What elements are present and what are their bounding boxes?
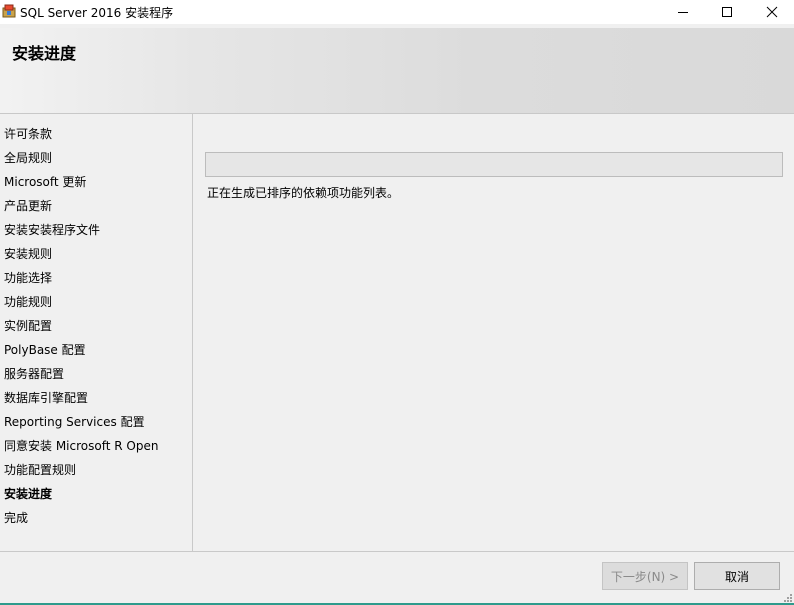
sidebar-item-license-terms[interactable]: 许可条款 — [4, 125, 52, 143]
sidebar-item-feature-configuration-rules[interactable]: 功能配置规则 — [4, 461, 76, 479]
page-header: 安装进度 — [0, 28, 794, 114]
sidebar-item-complete[interactable]: 完成 — [4, 509, 28, 527]
next-button[interactable]: 下一步(N) > — [602, 562, 688, 590]
sidebar-item-installation-progress[interactable]: 安装进度 — [4, 485, 52, 503]
close-button[interactable] — [749, 0, 794, 24]
sidebar-item-install-setup-files[interactable]: 安装安装程序文件 — [4, 221, 100, 239]
close-icon — [766, 6, 778, 18]
sidebar-item-product-updates[interactable]: 产品更新 — [4, 197, 52, 215]
main-content: 正在生成已排序的依赖项功能列表。 — [194, 114, 794, 551]
maximize-icon — [722, 7, 732, 17]
sidebar-item-feature-rules[interactable]: 功能规则 — [4, 293, 52, 311]
window-title: SQL Server 2016 安装程序 — [20, 6, 174, 20]
page-title: 安装进度 — [12, 44, 77, 63]
resize-grip-icon[interactable] — [784, 594, 792, 602]
minimize-icon — [678, 12, 688, 13]
sidebar-item-install-rules[interactable]: 安装规则 — [4, 245, 52, 263]
sidebar-item-database-engine-configuration[interactable]: 数据库引擎配置 — [4, 389, 88, 407]
sidebar-item-feature-selection[interactable]: 功能选择 — [4, 269, 52, 287]
sidebar-item-reporting-services-configuration[interactable]: Reporting Services 配置 — [4, 413, 145, 431]
minimize-button[interactable] — [660, 0, 706, 24]
sidebar-item-server-configuration[interactable]: 服务器配置 — [4, 365, 64, 383]
sidebar-item-global-rules[interactable]: 全局规则 — [4, 149, 52, 167]
sidebar-item-consent-r-open[interactable]: 同意安装 Microsoft R Open — [4, 437, 158, 455]
sidebar-item-microsoft-update[interactable]: Microsoft 更新 — [4, 173, 86, 191]
sidebar-item-polybase-configuration[interactable]: PolyBase 配置 — [4, 341, 86, 359]
sidebar-item-instance-configuration[interactable]: 实例配置 — [4, 317, 52, 335]
footer-divider — [0, 551, 794, 552]
status-message: 正在生成已排序的依赖项功能列表。 — [207, 186, 400, 200]
steps-sidebar: 许可条款 全局规则 Microsoft 更新 产品更新 安装安装程序文件 安装规… — [0, 114, 193, 551]
title-bar: SQL Server 2016 安装程序 — [0, 0, 794, 24]
install-progress-bar — [205, 152, 783, 177]
sql-setup-icon — [2, 4, 16, 18]
maximize-button[interactable] — [704, 0, 750, 24]
cancel-button[interactable]: 取消 — [694, 562, 780, 590]
